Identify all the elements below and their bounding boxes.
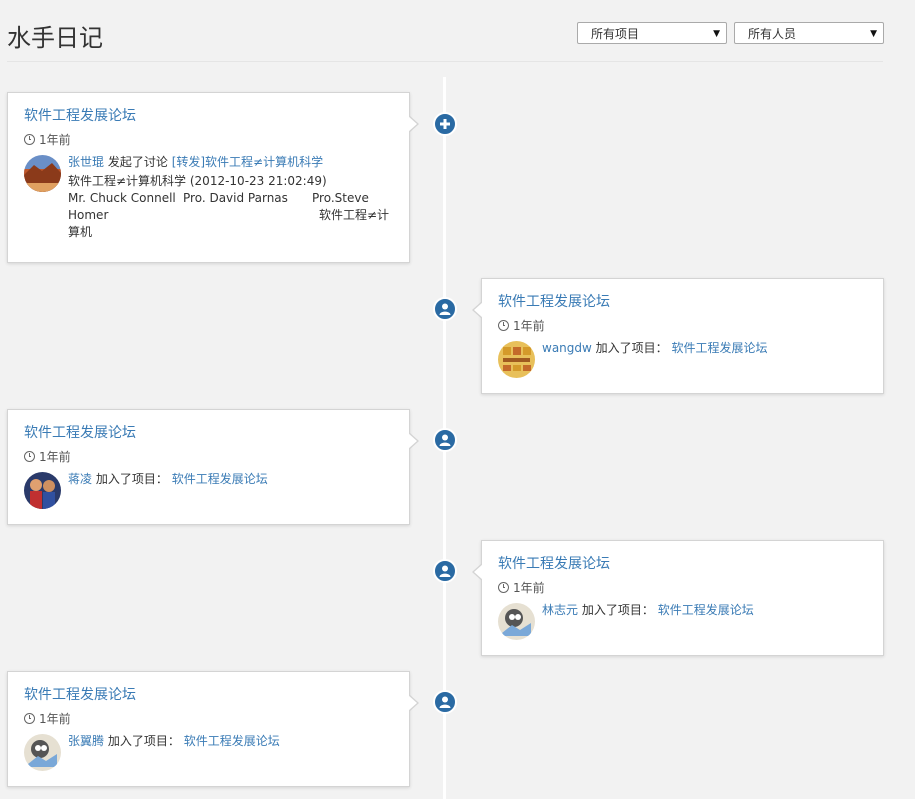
activity-text: wangdw 加入了项目： 软件工程发展论坛 bbox=[542, 341, 768, 355]
page-title: 水手日记 bbox=[7, 24, 103, 52]
project-target-link[interactable]: 软件工程发展论坛 bbox=[672, 341, 768, 355]
avatar[interactable] bbox=[24, 734, 61, 771]
project-filter-select[interactable]: 所有项目 ▼ bbox=[577, 22, 727, 44]
dropdown-arrow-icon: ▼ bbox=[713, 29, 720, 39]
discussion-excerpt: Pro. David Parnas bbox=[183, 191, 288, 205]
clock-icon bbox=[498, 582, 509, 593]
plus-icon bbox=[433, 112, 457, 136]
avatar[interactable] bbox=[24, 155, 61, 192]
timestamp: 1年前 bbox=[24, 131, 71, 148]
project-target-link[interactable]: 软件工程发展论坛 bbox=[172, 472, 268, 486]
user-icon bbox=[433, 428, 457, 452]
user-icon bbox=[433, 690, 457, 714]
activity-text: 蒋凌 加入了项目： 软件工程发展论坛 bbox=[68, 472, 268, 486]
header-divider bbox=[7, 61, 883, 62]
project-link[interactable]: 软件工程发展论坛 bbox=[24, 422, 136, 442]
discussion-excerpt: 软件工程≠计 bbox=[319, 208, 390, 222]
timeline-card: 软件工程发展论坛 1年前 蒋凌 加入了项目： 软件工程发展论坛 bbox=[7, 409, 419, 525]
people-filter-select[interactable]: 所有人员 ▼ bbox=[734, 22, 884, 44]
clock-icon bbox=[24, 134, 35, 145]
dropdown-arrow-icon: ▼ bbox=[870, 29, 877, 39]
avatar[interactable] bbox=[498, 603, 535, 640]
project-target-link[interactable]: 软件工程发展论坛 bbox=[184, 734, 280, 748]
clock-icon bbox=[498, 320, 509, 331]
timeline-card: 软件工程发展论坛 1年前 wangdw 加入了项目： 软件工程发展论坛 bbox=[472, 278, 884, 394]
discussion-excerpt: Homer bbox=[68, 208, 109, 222]
activity-text: 张翼腾 加入了项目： 软件工程发展论坛 bbox=[68, 734, 280, 748]
user-icon bbox=[433, 297, 457, 321]
timeline-card: 软件工程发展论坛 1年前 张翼腾 加入了项目： 软件工程发展论坛 bbox=[7, 671, 419, 787]
timeline-card: 软件工程发展论坛 1年前 林志元 加入了项目： 软件工程发展论坛 bbox=[472, 540, 884, 656]
discussion-excerpt: Mr. Chuck Connell bbox=[68, 191, 176, 205]
discussion-excerpt: Pro.Steve bbox=[312, 191, 369, 205]
project-target-link[interactable]: 软件工程发展论坛 bbox=[658, 603, 754, 617]
timestamp: 1年前 bbox=[24, 710, 71, 727]
discussion-link[interactable]: [转发]软件工程≠计算机科学 bbox=[172, 155, 323, 169]
project-filter-value: 所有项目 bbox=[591, 27, 640, 41]
user-link[interactable]: 蒋凌 bbox=[68, 472, 92, 486]
timestamp: 1年前 bbox=[498, 579, 545, 596]
clock-icon bbox=[24, 713, 35, 724]
avatar[interactable] bbox=[498, 341, 535, 378]
discussion-excerpt: 软件工程≠计算机科学 (2012-10-23 21:02:49) bbox=[68, 174, 327, 188]
people-filter-value: 所有人员 bbox=[748, 27, 797, 41]
user-link[interactable]: wangdw bbox=[542, 341, 592, 355]
discussion-excerpt: 算机 bbox=[68, 225, 93, 239]
activity-text: 林志元 加入了项目： 软件工程发展论坛 bbox=[542, 603, 754, 617]
project-link[interactable]: 软件工程发展论坛 bbox=[24, 105, 136, 125]
user-icon bbox=[433, 559, 457, 583]
timestamp: 1年前 bbox=[24, 448, 71, 465]
project-link[interactable]: 软件工程发展论坛 bbox=[498, 291, 610, 311]
user-link[interactable]: 张翼腾 bbox=[68, 734, 104, 748]
user-link[interactable]: 张世琨 bbox=[68, 155, 104, 169]
activity-text: 张世琨 发起了讨论 [转发]软件工程≠计算机科学 bbox=[68, 155, 324, 169]
user-link[interactable]: 林志元 bbox=[542, 603, 578, 617]
project-link[interactable]: 软件工程发展论坛 bbox=[24, 684, 136, 704]
timeline-card: 软件工程发展论坛 1年前 张世琨 发起了讨论 [转发]软件工程≠计算机科学 软件… bbox=[7, 92, 419, 263]
avatar[interactable] bbox=[24, 472, 61, 509]
clock-icon bbox=[24, 451, 35, 462]
timestamp: 1年前 bbox=[498, 317, 545, 334]
project-link[interactable]: 软件工程发展论坛 bbox=[498, 553, 610, 573]
